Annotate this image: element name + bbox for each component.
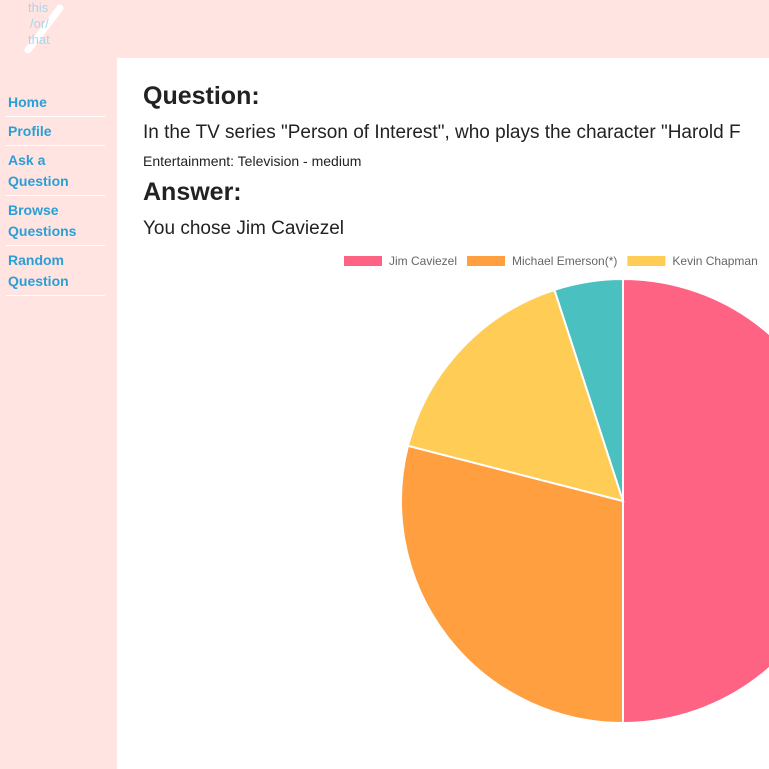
sidebar-nav: Home Profile Ask a Question Browse Questio… [6, 88, 105, 296]
nav-item-home[interactable]: Home [6, 88, 105, 117]
logo-line: /or/ [30, 16, 49, 31]
main-content: Question: In the TV series "Person of In… [117, 58, 769, 769]
nav-item-label: Home [8, 94, 47, 110]
nav-item-label: Question [8, 273, 69, 289]
legend-swatch [467, 256, 506, 266]
legend-swatch [344, 256, 382, 266]
legend-label[interactable]: Michael Emerson(*) [512, 254, 617, 268]
nav-item-profile[interactable]: Profile [6, 117, 105, 146]
nav-item-label: Random [8, 252, 64, 268]
nav-item-ask-question[interactable]: Ask a Question [6, 146, 105, 196]
sidebar: Home Profile Ask a Question Browse Questio… [0, 58, 117, 769]
nav-item-label: Question [8, 173, 69, 189]
nav-item-label: Ask a [8, 152, 46, 168]
chart-legend: Jim Caviezel Michael Emerson(*) Kevin Chap… [344, 254, 758, 268]
legend-swatch [627, 256, 666, 266]
header: this /or/ that [0, 0, 769, 58]
nav-item-label: Browse [8, 202, 59, 218]
nav-item-label: Questions [8, 223, 77, 239]
nav-item-browse-questions[interactable]: Browse Questions [6, 196, 105, 246]
pie-slice[interactable] [622, 277, 769, 725]
logo-line: this [28, 0, 49, 15]
chart-slices [400, 277, 769, 725]
logo[interactable]: this /or/ that [28, 0, 50, 48]
nav-item-label: Profile [8, 123, 52, 139]
nav-item-random-question[interactable]: Random Question [6, 246, 105, 296]
logo-line: that [28, 32, 50, 47]
legend-label[interactable]: Jim Caviezel [389, 254, 457, 268]
legend-label[interactable]: Kevin Chapman [672, 254, 757, 268]
answer-pie-chart[interactable]: Jim Caviezel Michael Emerson(*) Kevin Chap… [117, 58, 769, 769]
